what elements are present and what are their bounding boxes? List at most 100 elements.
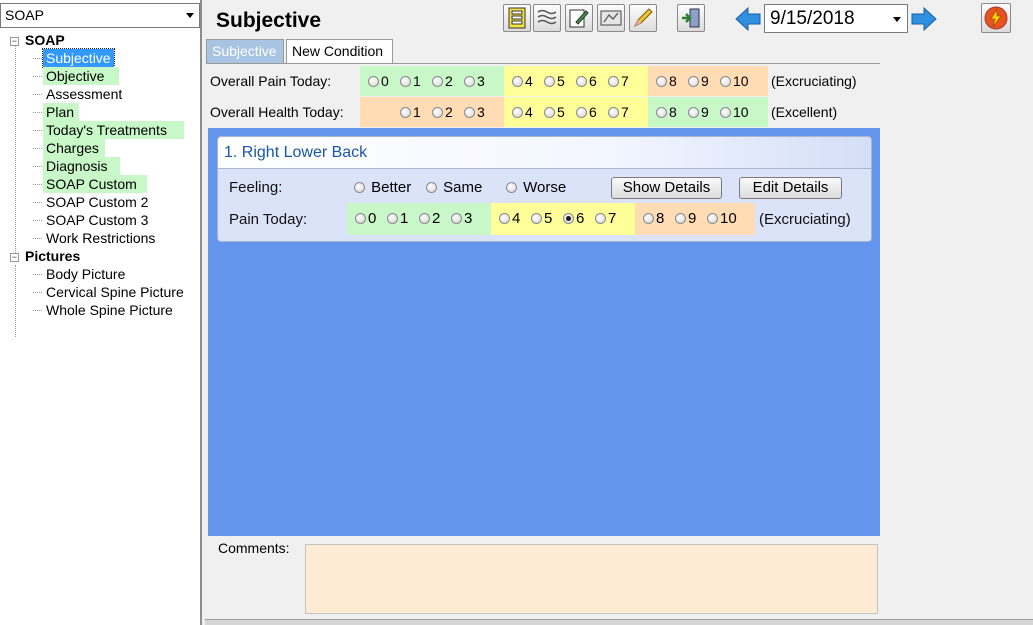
radio-icon[interactable] [656,107,667,118]
previous-date-button[interactable] [734,5,762,33]
radio-icon[interactable] [656,76,667,87]
radio-icon[interactable] [426,182,437,193]
chevron-down-icon[interactable] [893,17,901,22]
overall-pain-option-1[interactable]: 1 [400,73,421,89]
radio-icon[interactable] [512,76,523,87]
condition-pain-option-7[interactable]: 7 [595,211,616,227]
radio-icon[interactable] [643,213,654,224]
notes-button[interactable] [533,4,561,32]
collapse-icon[interactable]: − [10,253,19,262]
tree-item-charges[interactable]: Charges [33,139,105,157]
radio-icon[interactable] [595,213,606,224]
overall-pain-option-8[interactable]: 8 [656,73,677,89]
overall-pain-option-0[interactable]: 0 [368,73,389,89]
overall-health-option-2[interactable]: 2 [432,104,453,120]
tree-item-soap-custom-3[interactable]: SOAP Custom 3 [33,211,151,229]
pencil-button[interactable] [629,4,657,32]
condition-pain-option-10[interactable]: 10 [707,211,737,227]
radio-icon[interactable] [355,213,366,224]
tree-item-subjective[interactable]: Subjective [33,48,115,68]
radio-icon[interactable] [720,107,731,118]
collapse-icon[interactable]: − [10,37,19,46]
condition-pain-option-2[interactable]: 2 [419,211,440,227]
radio-icon[interactable] [544,76,555,87]
radio-icon[interactable] [506,182,517,193]
comments-textarea[interactable] [305,544,878,614]
condition-pain-option-6[interactable]: 6 [563,211,584,227]
tree-item-cervical-spine-picture[interactable]: Cervical Spine Picture [33,283,187,301]
overall-health-option-5[interactable]: 5 [544,104,565,120]
overall-pain-option-10[interactable]: 10 [720,73,749,89]
radio-icon[interactable] [400,107,411,118]
radio-icon[interactable] [451,213,462,224]
radio-icon[interactable] [368,76,379,87]
overall-pain-option-6[interactable]: 6 [576,73,597,89]
overall-health-option-9[interactable]: 9 [688,104,709,120]
tree-item-work-restrictions[interactable]: Work Restrictions [33,229,158,247]
tree-item-soap-custom-2[interactable]: SOAP Custom 2 [33,193,151,211]
tree-node-pictures[interactable]: − Pictures [10,247,80,265]
tree-node-soap[interactable]: − SOAP [10,31,65,49]
tree-item-todays-treatments[interactable]: Today's Treatments [33,121,184,139]
tab-subjective[interactable]: Subjective [206,39,284,63]
radio-icon[interactable] [400,76,411,87]
radio-icon[interactable] [499,213,510,224]
show-details-button[interactable]: Show Details [611,177,722,199]
radio-icon[interactable] [675,213,686,224]
date-select[interactable]: 9/15/2018 [764,4,908,33]
next-date-button[interactable] [910,5,938,33]
radio-icon[interactable] [576,76,587,87]
tree-item-objective[interactable]: Objective [33,67,119,85]
feeling-option-same[interactable]: Same [426,180,482,196]
overall-health-option-6[interactable]: 6 [576,104,597,120]
tab-new-condition[interactable]: New Condition [286,39,393,63]
feeling-option-better[interactable]: Better [354,180,411,196]
radio-icon[interactable] [707,213,718,224]
radio-icon[interactable] [354,182,365,193]
xray-button[interactable] [597,4,625,32]
radio-icon[interactable] [576,107,587,118]
radio-icon[interactable] [544,107,555,118]
tree-item-assessment[interactable]: Assessment [33,85,125,103]
chevron-down-icon[interactable] [186,13,194,18]
edit-details-button[interactable]: Edit Details [739,177,842,199]
overall-health-option-8[interactable]: 8 [656,104,677,120]
radio-icon[interactable] [688,76,699,87]
overall-pain-option-4[interactable]: 4 [512,73,533,89]
overall-pain-option-3[interactable]: 3 [464,73,485,89]
radio-icon[interactable] [432,76,443,87]
radio-icon[interactable] [464,76,475,87]
condition-pain-option-1[interactable]: 1 [387,211,408,227]
radio-icon[interactable] [419,213,430,224]
overall-pain-option-7[interactable]: 7 [608,73,629,89]
overall-health-option-7[interactable]: 7 [608,104,629,120]
radio-icon[interactable] [688,107,699,118]
radio-icon[interactable] [608,76,619,87]
radio-icon[interactable] [387,213,398,224]
condition-pain-option-4[interactable]: 4 [499,211,520,227]
condition-pain-option-0[interactable]: 0 [355,211,376,227]
radio-icon[interactable] [608,107,619,118]
overall-health-option-1[interactable]: 1 [400,104,421,120]
overall-health-option-3[interactable]: 3 [464,104,485,120]
module-select[interactable]: SOAP [0,3,200,28]
tree-item-whole-spine-picture[interactable]: Whole Spine Picture [33,301,176,319]
edit-note-button[interactable] [565,4,593,32]
condition-pain-option-9[interactable]: 9 [675,211,696,227]
condition-pain-option-3[interactable]: 3 [451,211,472,227]
quick-action-button[interactable] [981,3,1011,33]
tree-item-body-picture[interactable]: Body Picture [33,265,128,283]
condition-pain-option-5[interactable]: 5 [531,211,552,227]
feeling-option-worse[interactable]: Worse [506,180,566,196]
tree-item-plan[interactable]: Plan [33,103,79,121]
overall-pain-option-2[interactable]: 2 [432,73,453,89]
radio-icon[interactable] [720,76,731,87]
radio-icon[interactable] [512,107,523,118]
form-button[interactable] [503,4,531,32]
overall-health-option-4[interactable]: 4 [512,104,533,120]
overall-health-option-10[interactable]: 10 [720,104,749,120]
overall-pain-option-9[interactable]: 9 [688,73,709,89]
condition-pain-option-8[interactable]: 8 [643,211,664,227]
radio-icon[interactable] [531,213,542,224]
tree-item-soap-custom[interactable]: SOAP Custom [33,175,147,193]
